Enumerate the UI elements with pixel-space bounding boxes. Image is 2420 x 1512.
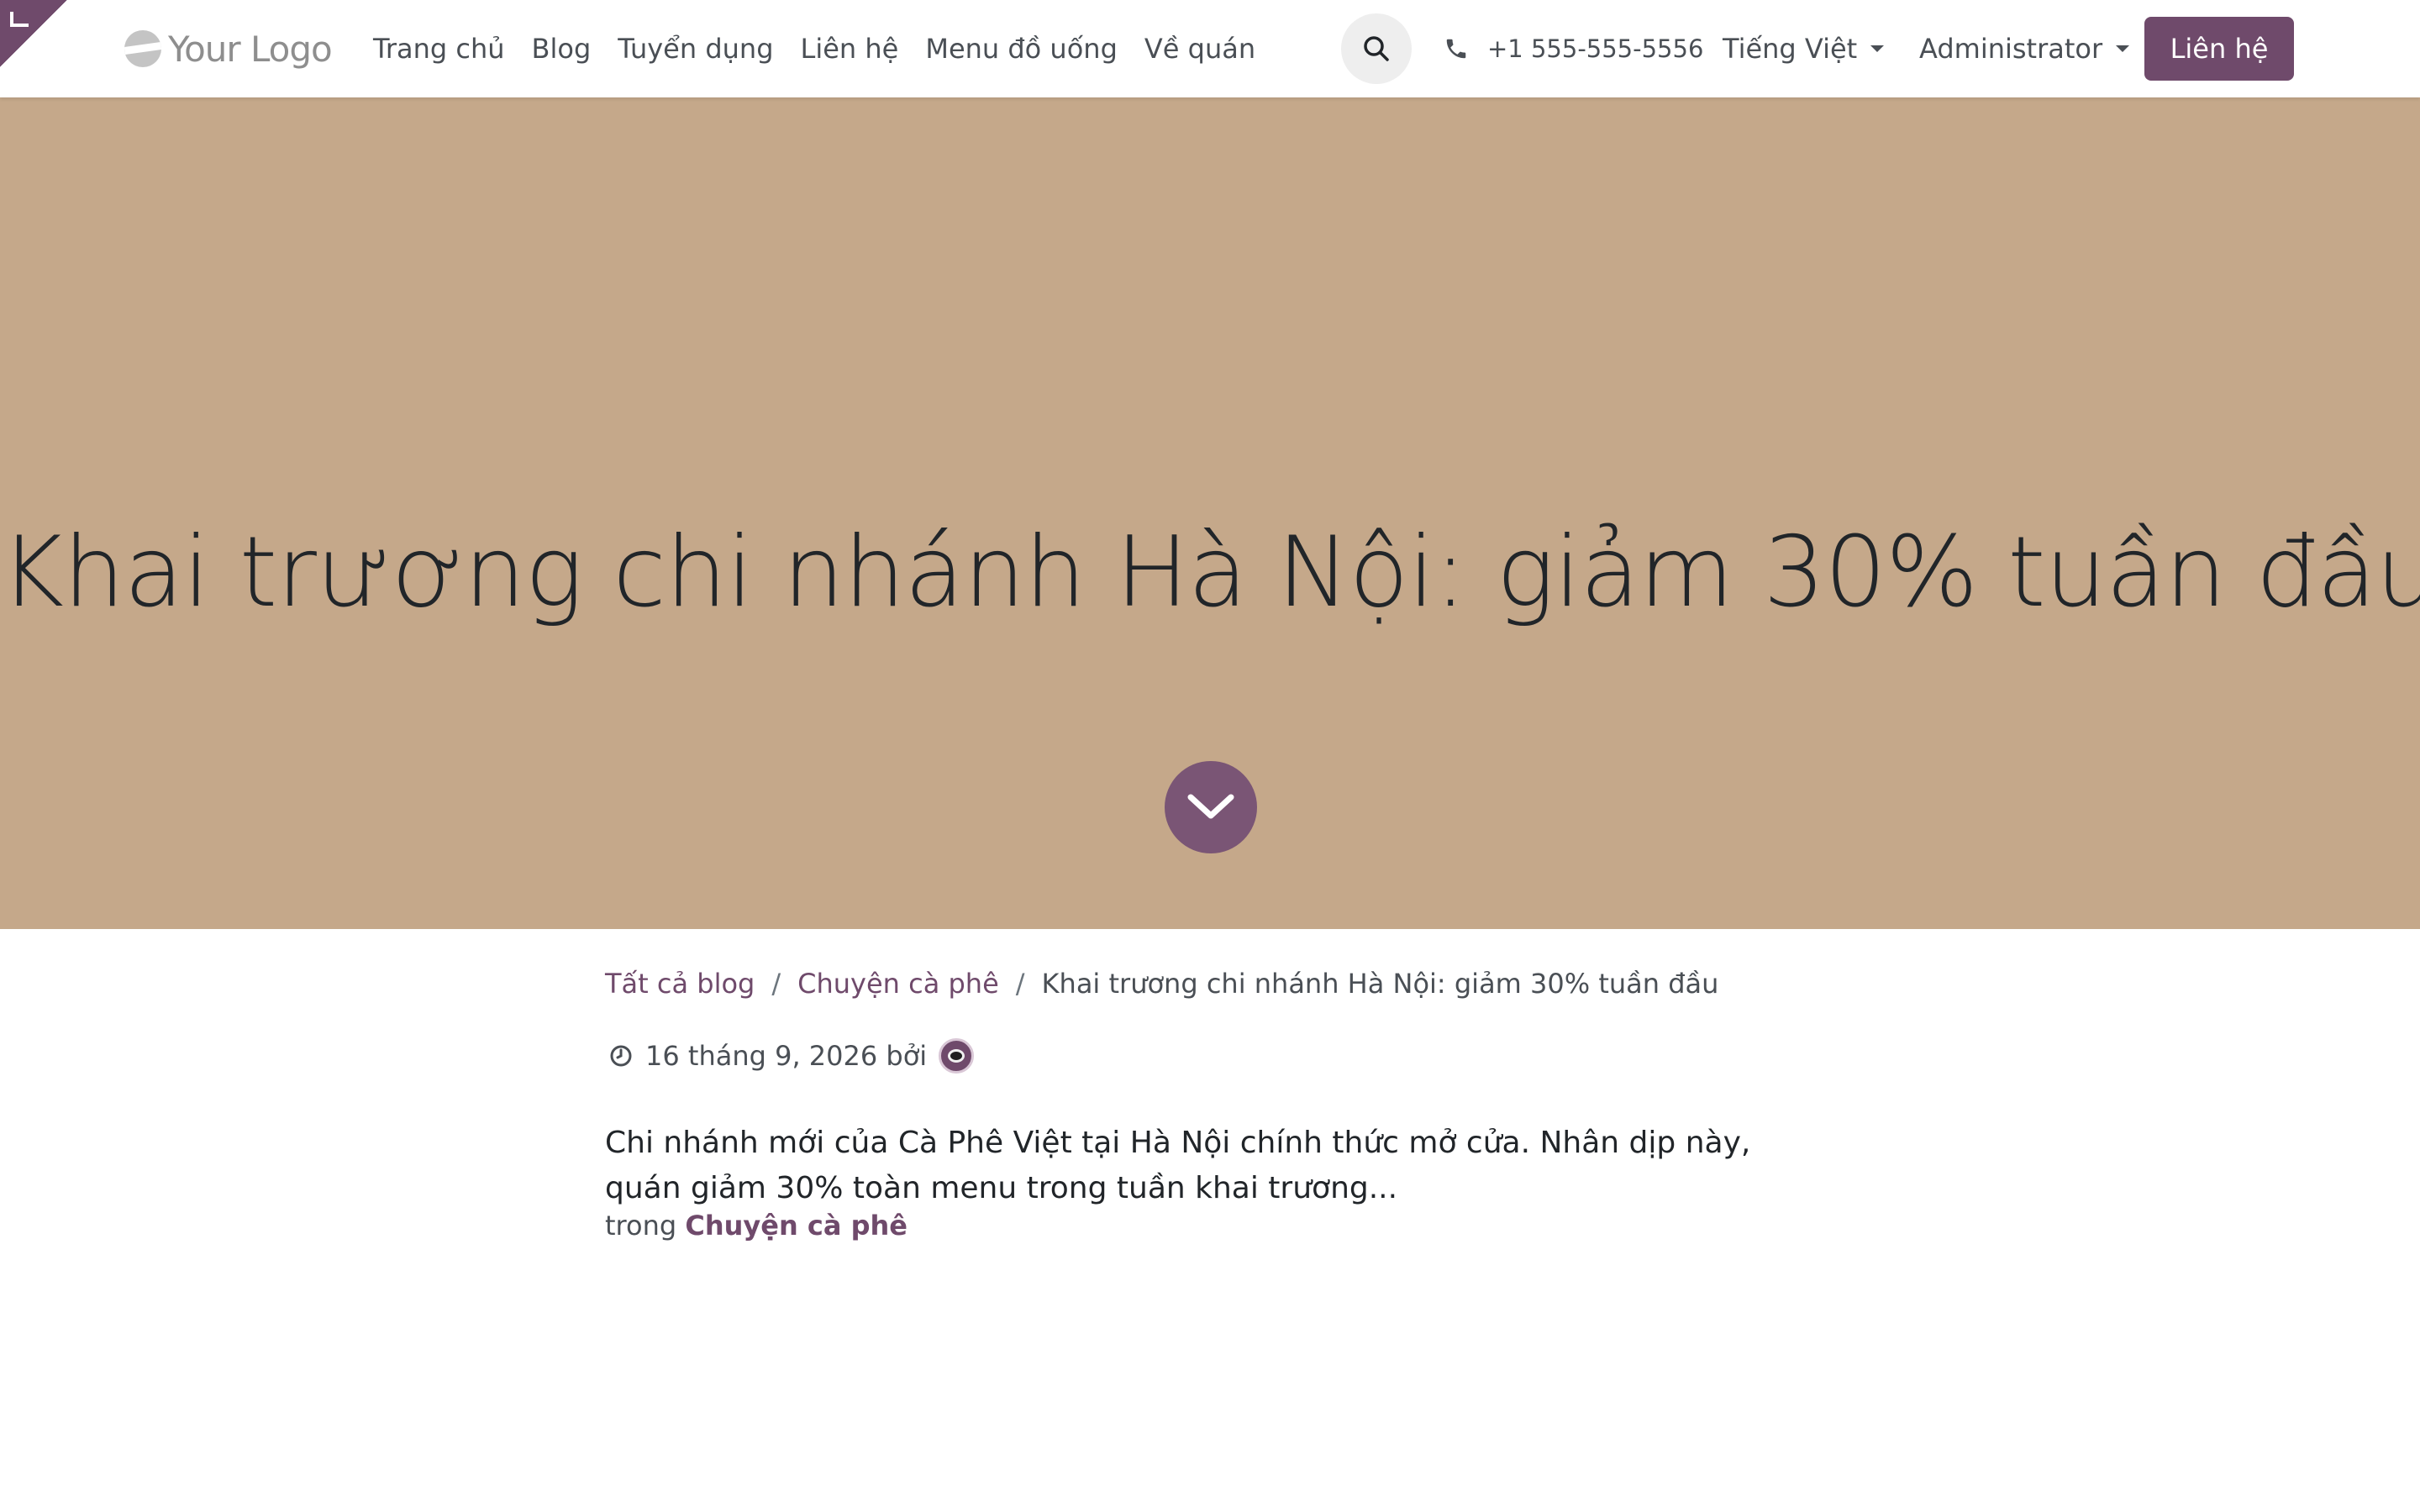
chevron-down-icon: [1187, 794, 1234, 819]
caret-down-icon: [2116, 45, 2130, 52]
language-label: Tiếng Việt: [1723, 33, 1858, 65]
breadcrumb-separator: /: [771, 968, 781, 1000]
site-header: Your Logo Trang chủ Blog Tuyển dụng Liên…: [0, 0, 2420, 97]
post-date: 16 tháng 9, 2026 bởi: [645, 1040, 928, 1072]
site-logo[interactable]: Your Logo: [124, 25, 333, 72]
nav-item-blog[interactable]: Blog: [532, 33, 592, 65]
breadcrumb-current: Khai trương chi nhánh Hà Nội: giảm 30% t…: [1041, 968, 1719, 1000]
post-category: trong Chuyện cà phê: [605, 1210, 908, 1242]
main-nav: Trang chủ Blog Tuyển dụng Liên hệ Menu đ…: [373, 27, 1255, 71]
nav-item-contact[interactable]: Liên hệ: [801, 33, 899, 65]
blog-hero-cover: Khai trương chi nhánh Hà Nội: giảm 30% t…: [0, 97, 2420, 929]
breadcrumb-all-blogs[interactable]: Tất cả blog: [605, 968, 755, 1000]
language-dropdown[interactable]: Tiếng Việt: [1723, 27, 1885, 71]
avatar-image: [948, 1049, 965, 1063]
nav-item-about[interactable]: Về quán: [1144, 33, 1255, 65]
clock-icon: [610, 1045, 632, 1067]
edit-corner-button[interactable]: [0, 0, 67, 67]
breadcrumb-separator: /: [1015, 968, 1025, 1000]
nav-item-drinks-menu[interactable]: Menu đồ uống: [925, 33, 1118, 65]
phone-icon: [1446, 39, 1466, 59]
nav-item-jobs[interactable]: Tuyển dụng: [618, 33, 773, 65]
search-icon: [1364, 36, 1389, 61]
logo-text: Your Logo: [168, 28, 333, 70]
breadcrumb-category[interactable]: Chuyện cà phê: [797, 968, 999, 1000]
category-link[interactable]: Chuyện cà phê: [685, 1210, 908, 1242]
search-button[interactable]: [1341, 13, 1412, 84]
user-label: Administrator: [1919, 33, 2103, 65]
logo-icon: [124, 30, 161, 67]
contact-button[interactable]: Liên hệ: [2144, 17, 2294, 81]
post-excerpt: Chi nhánh mới của Cà Phê Việt tại Hà Nội…: [605, 1126, 1751, 1205]
nav-item-home[interactable]: Trang chủ: [373, 33, 505, 65]
breadcrumb: Tất cả blog / Chuyện cà phê / Khai trươn…: [605, 968, 1718, 1000]
user-dropdown[interactable]: Administrator: [1919, 27, 2130, 71]
post-title: Khai trương chi nhánh Hà Nội: giảm 30% t…: [0, 515, 2420, 629]
scroll-down-button[interactable]: [1165, 761, 1257, 853]
phone-number: +1 555-555-5556: [1487, 34, 1704, 63]
post-meta: 16 tháng 9, 2026 bởi: [608, 1038, 975, 1074]
caret-down-icon: [1870, 45, 1885, 52]
category-prefix: trong: [605, 1210, 677, 1242]
resize-icon: [10, 12, 29, 27]
phone-link[interactable]: +1 555-555-5556: [1444, 27, 1703, 71]
author-avatar[interactable]: [939, 1038, 975, 1074]
